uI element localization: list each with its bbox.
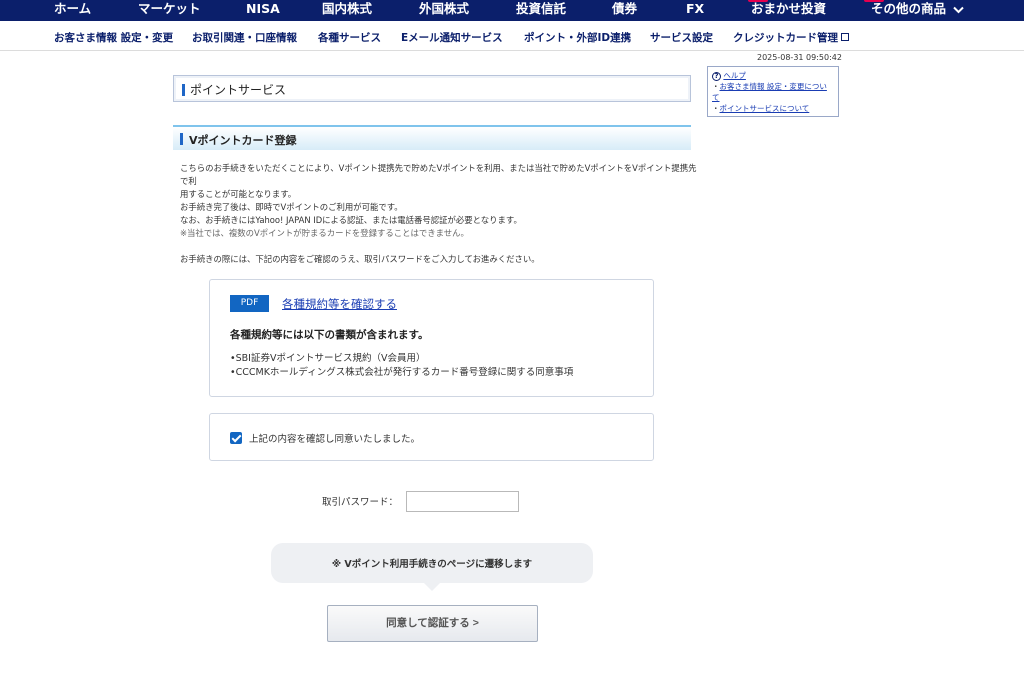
title-accent-bar xyxy=(182,84,185,96)
question-icon: ? xyxy=(712,71,721,81)
notice-text: ※ Vポイント利用手続きのページに遷移します xyxy=(331,559,533,570)
agree-label[interactable]: 上記の内容を確認し同意いたしました。 xyxy=(249,431,420,445)
nav-fx[interactable]: FX xyxy=(686,0,704,21)
intro-line: 用することが可能となります。 xyxy=(180,189,297,199)
terms-list-item: •SBI証券Vポイントサービス規約（V会員用） xyxy=(230,353,426,364)
nav-other-products-label: その他の商品 xyxy=(871,1,947,16)
external-link-icon xyxy=(841,33,849,41)
pdf-badge: PDF xyxy=(230,295,269,312)
nav-market[interactable]: マーケット xyxy=(138,0,201,21)
subnav-services[interactable]: 各種サービス xyxy=(318,21,381,51)
sub-nav: お客さま情報 設定・変更 お取引関連・口座情報 各種サービス Eメール通知サービ… xyxy=(0,21,1024,51)
terms-heading: 各種規約等には以下の書類が含まれます。 xyxy=(230,329,429,341)
page-title-box: ポイントサービス xyxy=(173,75,691,102)
intro-instruction: お手続きの際には、下記の内容をご確認のうえ、取引パスワードをご入力してお進みくだ… xyxy=(180,254,540,264)
nav-nisa[interactable]: NISA xyxy=(246,0,280,21)
intro-line: お手続き完了後は、即時でVポイントのご利用が可能です。 xyxy=(180,202,403,212)
nav-other-products[interactable]: その他の商品 xyxy=(871,0,965,21)
chevron-down-icon xyxy=(953,6,965,13)
intro-text: こちらのお手続きをいただくことにより、Vポイント提携先で貯めたVポイントを利用、… xyxy=(180,162,700,266)
section-title: Vポイントカード登録 xyxy=(189,134,297,147)
nav-domestic-stocks[interactable]: 国内株式 xyxy=(322,0,372,21)
terms-list-item: •CCCMKホールディングス株式会社が発行するカード番号登録に関する同意事項 xyxy=(230,367,574,378)
agree-checkbox[interactable] xyxy=(230,432,242,444)
nav-bonds[interactable]: 債券 xyxy=(612,0,637,21)
section-header: Vポイントカード登録 xyxy=(173,125,691,150)
terms-list: •SBI証券Vポイントサービス規約（V会員用） •CCCMKホールディングス株式… xyxy=(230,352,573,380)
intro-note: ※当社では、複数のVポイントが貯まるカードを登録することはできません。 xyxy=(180,228,469,238)
agreement-box: 上記の内容を確認し同意いたしました。 xyxy=(209,413,654,461)
subnav-credit-card-label: クレジットカード管理 xyxy=(733,32,838,44)
terms-box: PDF 各種規約等を確認する 各種規約等には以下の書類が含まれます。 •SBI証… xyxy=(209,279,654,397)
agree-authenticate-button[interactable]: 同意して認証する > xyxy=(327,605,538,642)
help-link-point-service[interactable]: ポイントサービスについて xyxy=(720,104,810,113)
global-nav: ホーム マーケット NISA 国内株式 外国株式 投資信託 債券 FX おまかせ… xyxy=(0,0,1024,21)
nav-investment-trusts[interactable]: 投資信託 xyxy=(516,0,566,21)
password-input[interactable] xyxy=(406,491,519,512)
subnav-email-notification[interactable]: Eメール通知サービス xyxy=(401,21,503,51)
nav-foreign-stocks[interactable]: 外国株式 xyxy=(419,0,469,21)
subnav-points-id[interactable]: ポイント・外部ID連携 xyxy=(524,21,631,51)
subnav-service-settings[interactable]: サービス設定 xyxy=(650,21,713,51)
subnav-customer-info[interactable]: お客さま情報 設定・変更 xyxy=(54,21,173,51)
timestamp: 2025-08-31 09:50:42 xyxy=(757,53,842,62)
help-box: ? ヘルプ ・お客さま情報 設定・変更について ・ポイントサービスについて xyxy=(707,66,839,117)
subnav-credit-card[interactable]: クレジットカード管理 xyxy=(733,21,849,51)
intro-line: こちらのお手続きをいただくことにより、Vポイント提携先で貯めたVポイントを利用、… xyxy=(180,163,697,186)
help-link-customer-info[interactable]: お客さま情報 設定・変更について xyxy=(712,82,827,102)
page-title: ポイントサービス xyxy=(190,83,287,97)
terms-link[interactable]: 各種規約等を確認する xyxy=(282,296,397,312)
nav-omakase[interactable]: おまかせ投資 xyxy=(751,0,826,21)
nav-home[interactable]: ホーム xyxy=(54,0,91,21)
password-label: 取引パスワード： xyxy=(322,497,399,508)
intro-line: なお、お手続きにはYahoo! JAPAN IDによる認証、または電話番号認証が… xyxy=(180,215,522,225)
section-accent-bar xyxy=(180,133,183,145)
subnav-account-info[interactable]: お取引関連・口座情報 xyxy=(192,21,297,51)
help-link[interactable]: ヘルプ xyxy=(723,71,746,80)
notice-bubble: ※ Vポイント利用手続きのページに遷移します xyxy=(271,543,593,591)
